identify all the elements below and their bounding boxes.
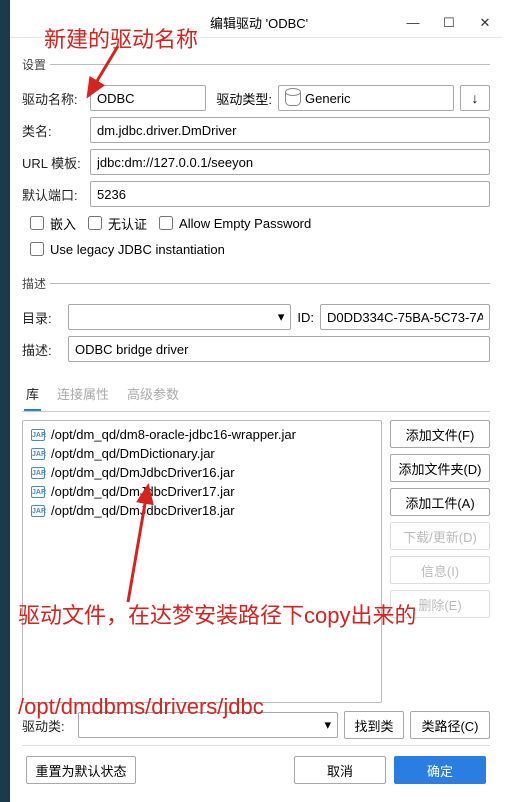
cancel-button[interactable]: 取消	[294, 756, 386, 784]
tab-advanced[interactable]: 高级参数	[125, 380, 181, 411]
database-icon	[285, 90, 301, 106]
list-item[interactable]: JAR/opt/dm_qd/DmJdbcDriver18.jar	[25, 501, 379, 520]
id-input[interactable]	[320, 304, 490, 330]
minimize-icon[interactable]: —	[404, 15, 422, 31]
id-label: ID:	[297, 310, 314, 325]
maximize-icon[interactable]: ☐	[440, 15, 458, 31]
chevron-down-icon: ▾	[324, 717, 331, 733]
class-input[interactable]	[90, 117, 490, 143]
description-group: 描述 目录: ▾ ID: 描述:	[22, 275, 490, 368]
list-item[interactable]: JAR/opt/dm_qd/dm8-oracle-jdbc16-wrapper.…	[25, 425, 379, 444]
driver-name-input[interactable]	[90, 85, 206, 111]
close-icon[interactable]: ✕	[476, 15, 494, 31]
noauth-checkbox[interactable]: 无认证	[84, 213, 147, 233]
list-item[interactable]: JAR/opt/dm_qd/DmJdbcDriver17.jar	[25, 482, 379, 501]
settings-group: 设置 驱动名称: 驱动类型: Generic ↓ 类名: URL 模板: 默认端…	[22, 56, 490, 265]
titlebar: 编辑驱动 'ODBC' — ☐ ✕	[10, 8, 502, 38]
port-label: 默认端口:	[22, 185, 84, 204]
classpath-button[interactable]: 类路径(C)	[410, 711, 490, 739]
window-title: 编辑驱动 'ODBC'	[210, 13, 308, 32]
list-item[interactable]: JAR/opt/dm_qd/DmJdbcDriver16.jar	[25, 463, 379, 482]
driver-type-select[interactable]: Generic	[278, 85, 454, 111]
jar-icon: JAR	[31, 486, 45, 498]
driver-type-label: 驱动类型:	[212, 89, 272, 108]
driverclass-label: 驱动类:	[22, 716, 72, 735]
tabs: 库 连接属性 高级参数	[22, 380, 490, 412]
url-input[interactable]	[90, 149, 490, 175]
embed-checkbox[interactable]: 嵌入	[26, 213, 76, 233]
dir-combo[interactable]: ▾	[68, 304, 291, 330]
jar-icon: JAR	[31, 429, 45, 441]
download-button: 下载/更新(D)	[390, 522, 490, 550]
library-list[interactable]: JAR/opt/dm_qd/dm8-oracle-jdbc16-wrapper.…	[22, 420, 382, 703]
allow-empty-password-checkbox[interactable]: Allow Empty Password	[155, 213, 311, 233]
legacy-jdbc-checkbox[interactable]: Use legacy JDBC instantiation	[26, 239, 225, 259]
dir-label: 目录:	[22, 308, 62, 327]
list-item[interactable]: JAR/opt/dm_qd/DmDictionary.jar	[25, 444, 379, 463]
driverclass-combo[interactable]: ▾	[78, 712, 338, 738]
tab-connection-props[interactable]: 连接属性	[55, 380, 111, 411]
ok-button[interactable]: 确定	[394, 756, 486, 784]
jar-icon: JAR	[31, 467, 45, 479]
add-folder-button[interactable]: 添加文件夹(D)	[390, 454, 490, 482]
port-input[interactable]	[90, 181, 490, 207]
driver-type-reorder-button[interactable]: ↓	[460, 85, 490, 111]
driver-name-label: 驱动名称:	[22, 89, 84, 108]
url-label: URL 模板:	[22, 153, 84, 172]
tab-library[interactable]: 库	[24, 380, 41, 411]
find-class-button[interactable]: 找到类	[344, 711, 404, 739]
desc-label: 描述:	[22, 340, 62, 359]
add-file-button[interactable]: 添加文件(F)	[390, 420, 490, 448]
class-label: 类名:	[22, 121, 84, 140]
description-legend: 描述	[22, 275, 50, 292]
jar-icon: JAR	[31, 505, 45, 517]
desc-input[interactable]	[68, 336, 490, 362]
add-artifact-button[interactable]: 添加工件(A)	[390, 488, 490, 516]
jar-icon: JAR	[31, 448, 45, 460]
reset-button[interactable]: 重置为默认状态	[26, 756, 136, 784]
info-button: 信息(I)	[390, 556, 490, 584]
settings-legend: 设置	[22, 56, 50, 73]
delete-button: 删除(E)	[390, 590, 490, 618]
chevron-down-icon: ▾	[278, 309, 285, 325]
